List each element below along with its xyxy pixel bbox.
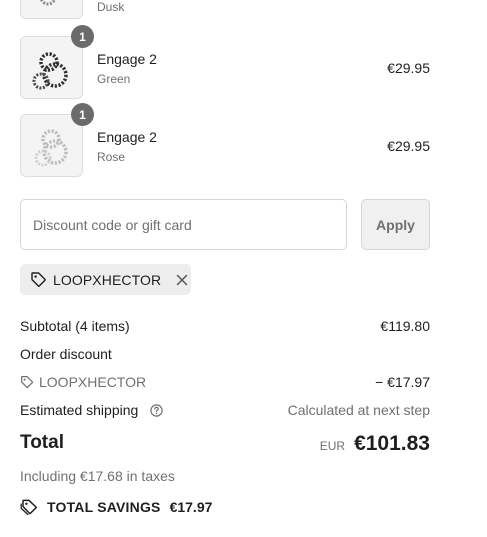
savings-value: €17.97 [169,498,213,515]
item-variant: Rose [97,150,126,164]
cart-item: Dusk [20,0,430,20]
subtotal-row: Subtotal (4 items) €119.80 [20,318,430,334]
item-name: Engage 2 [97,129,157,145]
item-name: Engage 2 [97,51,157,67]
applied-code-label: LOOPXHECTOR [53,271,162,288]
savings-label: TOTAL SAVINGS [47,498,161,515]
earring-thumbnail-icon [40,0,56,6]
currency-code: EUR [319,439,346,453]
discount-value: − €17.97 [375,374,430,390]
shipping-label: Estimated shipping [20,402,139,418]
item-variant: Green [97,72,131,86]
shipping-value: Calculated at next step [287,402,430,418]
close-icon [176,274,188,285]
item-variant: Dusk [97,0,125,14]
subtotal-value: €119.80 [380,318,430,334]
product-thumbnail: 1 [20,103,94,177]
quantity-badge: 1 [71,25,94,48]
help-icon[interactable] [150,404,163,417]
quantity-badge: 1 [71,103,94,126]
savings-tag-icon [20,499,37,515]
applied-discount-chip: LOOPXHECTOR [20,264,191,295]
shipping-row: Estimated shipping Calculated at next st… [20,402,430,418]
apply-discount-button[interactable]: Apply [361,199,430,250]
remove-discount-button[interactable] [175,273,189,287]
earring-thumbnail-icon [34,129,68,167]
tag-icon [21,376,34,389]
order-discount-row: Order discount [20,346,430,362]
cart-item: 1 Engage 2 Rose €29.95 [20,103,430,178]
item-price: €29.95 [387,138,430,154]
total-amount: €101.83 [354,432,430,455]
tag-icon [31,272,46,287]
total-savings: TOTAL SAVINGS €17.97 [20,498,212,515]
earring-thumbnail-icon [32,52,68,90]
item-price: €29.95 [387,60,430,76]
discount-code-row: LOOPXHECTOR − €17.97 [20,374,430,390]
total-amount-group: EUR €101.83 [320,432,430,456]
product-thumbnail [20,0,83,19]
discount-code-label: LOOPXHECTOR [39,374,147,390]
product-thumbnail: 1 [20,25,94,99]
total-label: Total [20,432,64,453]
subtotal-label: Subtotal (4 items) [20,318,130,334]
cart-item: 1 Engage 2 Green €29.95 [20,25,430,100]
taxes-note: Including €17.68 in taxes [20,468,175,484]
order-discount-label: Order discount [20,346,112,362]
discount-code-input[interactable] [20,199,347,250]
